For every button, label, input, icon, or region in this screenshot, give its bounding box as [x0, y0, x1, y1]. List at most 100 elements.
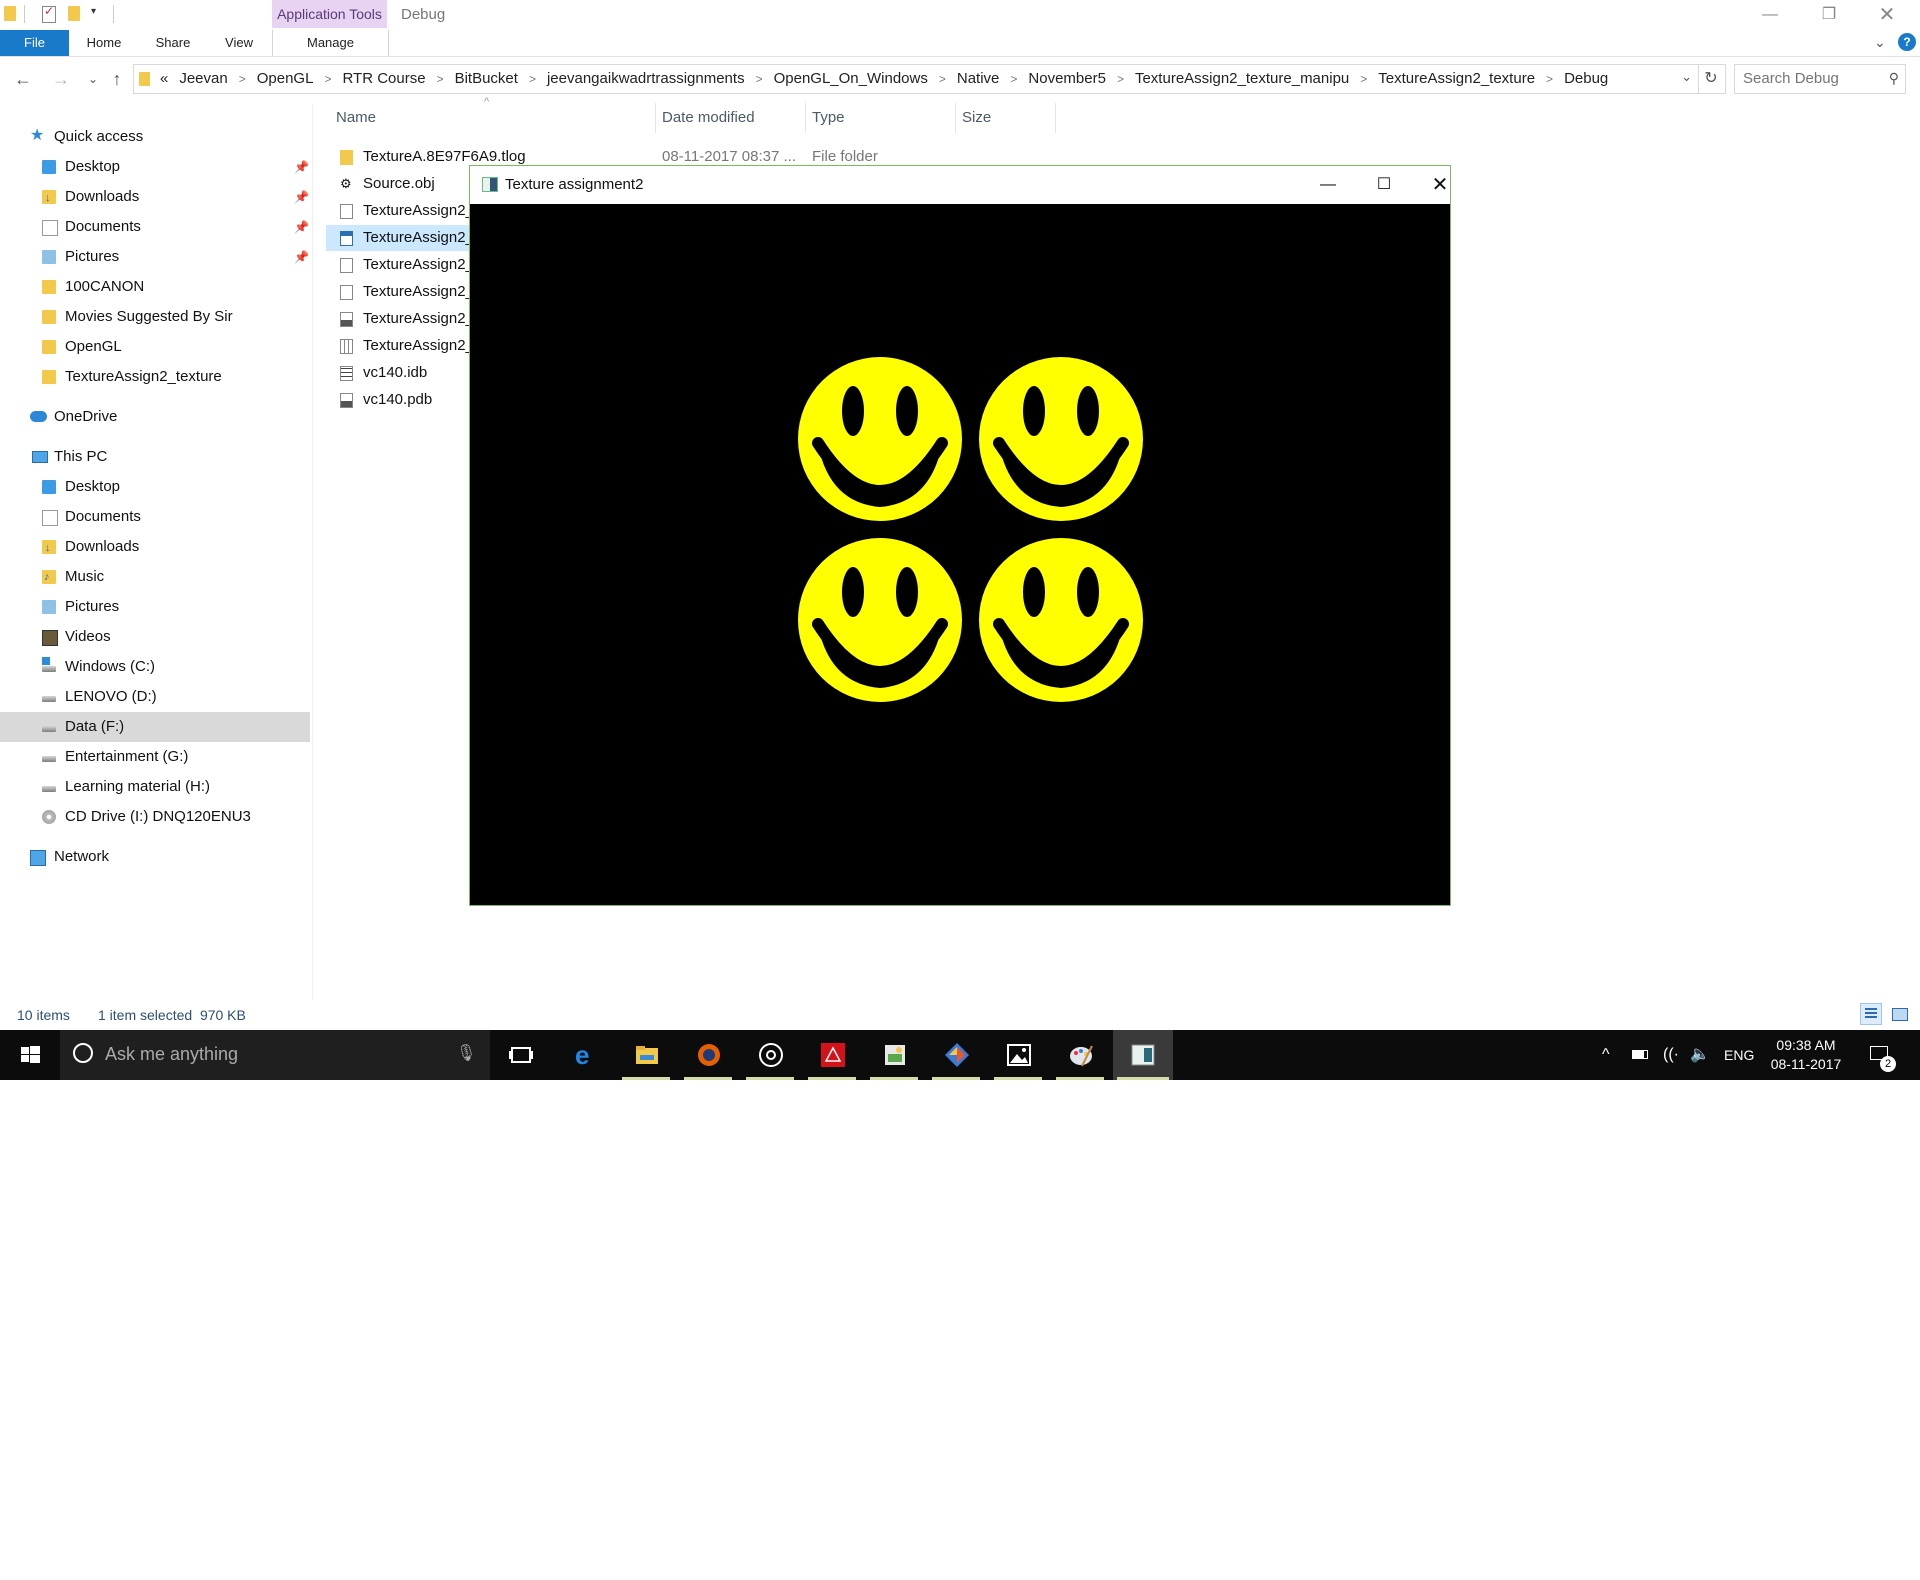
nav-drive-f[interactable]: Data (F:)	[0, 712, 310, 742]
breadcrumb-opengl-on-windows[interactable]: OpenGL_On_Windows	[774, 70, 928, 87]
nav-quick-100canon[interactable]: 100CANON	[42, 272, 310, 302]
chevron-right-icon[interactable]: >	[239, 72, 246, 86]
nav-quick-desktop[interactable]: Desktop 📌	[42, 152, 310, 182]
chevron-right-icon[interactable]: >	[1010, 72, 1017, 86]
help-icon[interactable]: ?	[1898, 33, 1916, 51]
nav-drive-d[interactable]: LENOVO (D:)	[42, 682, 310, 712]
microphone-icon[interactable]: 🎙	[456, 1043, 476, 1063]
tab-view[interactable]: View	[214, 30, 264, 56]
column-date-modified[interactable]: Date modified	[656, 103, 806, 133]
gl-maximize-button[interactable]: ☐	[1364, 172, 1404, 198]
restore-button[interactable]: ❐	[1816, 4, 1842, 26]
column-type[interactable]: Type	[806, 103, 956, 133]
texture-app-taskbar-icon[interactable]	[1113, 1030, 1173, 1080]
edge-browser-icon[interactable]: e	[556, 1030, 612, 1080]
chevron-right-icon[interactable]: >	[756, 72, 763, 86]
nav-drive-g[interactable]: Entertainment (G:)	[42, 742, 310, 772]
nav-drive-h[interactable]: Learning material (H:)	[42, 772, 310, 802]
file-row-selected[interactable]: TextureAssign2_	[326, 225, 474, 251]
chevron-right-icon[interactable]: >	[437, 72, 444, 86]
opengl-canvas[interactable]	[470, 204, 1450, 905]
nav-quick-textureassign2[interactable]: TextureAssign2_texture	[42, 362, 310, 392]
breadcrumb-native[interactable]: Native	[957, 70, 1000, 87]
breadcrumb-opengl[interactable]: OpenGL	[257, 70, 314, 87]
breadcrumb-rtr-course[interactable]: RTR Course	[342, 70, 425, 87]
up-arrow-icon[interactable]: ↑	[106, 68, 128, 90]
search-icon[interactable]: ⚲	[1889, 70, 1899, 87]
nav-quick-movies[interactable]: Movies Suggested By Sir	[42, 302, 310, 332]
tab-manage[interactable]: Manage	[272, 30, 389, 56]
forward-arrow-icon[interactable]: →	[50, 68, 72, 90]
nav-pc-videos[interactable]: Videos	[42, 622, 310, 652]
search-box[interactable]: ⚲	[1734, 64, 1906, 94]
chevron-right-icon[interactable]: >	[529, 72, 536, 86]
expand-ribbon-chevron-icon[interactable]: ⌄	[1874, 34, 1886, 51]
gl-close-button[interactable]: ✕	[1420, 172, 1460, 198]
tab-file[interactable]: File	[0, 30, 69, 56]
chevron-right-icon[interactable]: >	[939, 72, 946, 86]
taskbar-search-input[interactable]: Ask me anything	[105, 1044, 238, 1065]
chevron-right-icon[interactable]: >	[1117, 72, 1124, 86]
nav-pc-downloads[interactable]: ↓ Downloads	[42, 532, 310, 562]
nav-quick-pictures[interactable]: Pictures 📌	[42, 242, 310, 272]
refresh-icon[interactable]: ↻	[1697, 64, 1726, 94]
language-indicator[interactable]: ENG	[1724, 1030, 1754, 1080]
nav-pc-documents[interactable]: Documents	[42, 502, 310, 532]
nav-onedrive[interactable]: OneDrive	[30, 402, 300, 432]
task-view-icon[interactable]	[492, 1030, 548, 1080]
photos-icon[interactable]	[990, 1030, 1046, 1080]
close-button[interactable]: ✕	[1874, 4, 1900, 26]
minimize-button[interactable]: —	[1757, 4, 1783, 26]
recent-locations-chevron-icon[interactable]: ⌄	[82, 68, 104, 90]
nav-drive-c[interactable]: Windows (C:)	[42, 652, 310, 682]
pane-divider[interactable]	[312, 104, 313, 999]
details-view-icon[interactable]	[1860, 1003, 1882, 1025]
address-bar[interactable]: « Jeevan > OpenGL > RTR Course > BitBucket > jeev…	[133, 64, 1699, 94]
nav-network[interactable]: Network	[30, 842, 300, 872]
wifi-icon[interactable]: ((·	[1663, 1030, 1679, 1080]
volume-icon[interactable]: 🔈	[1690, 1030, 1710, 1080]
pin-icon[interactable]: 📌	[294, 212, 309, 242]
pin-icon[interactable]: 📌	[294, 242, 309, 272]
column-size[interactable]: Size	[956, 103, 1056, 133]
firefox-icon[interactable]	[680, 1030, 736, 1080]
nav-drive-i[interactable]: CD Drive (I:) DNQ120ENU3	[42, 802, 310, 832]
tab-share[interactable]: Share	[148, 30, 198, 56]
chevron-right-icon[interactable]: >	[1546, 72, 1553, 86]
nav-quick-downloads[interactable]: ↓ Downloads 📌	[42, 182, 310, 212]
show-hidden-icons-chevron-icon[interactable]: ^	[1602, 1030, 1610, 1080]
customize-toolbar-chevron-icon[interactable]: ▾	[91, 6, 96, 17]
nav-pc-music[interactable]: ♪ Music	[42, 562, 310, 592]
clock[interactable]: 09:38 AM 08-11-2017	[1764, 1036, 1848, 1074]
acrobat-reader-icon[interactable]	[804, 1030, 860, 1080]
nav-pc-pictures[interactable]: Pictures	[42, 592, 310, 622]
image-editor-icon[interactable]	[866, 1030, 922, 1080]
column-name[interactable]: Name	[330, 103, 656, 133]
search-input[interactable]	[1741, 69, 1875, 88]
tab-home[interactable]: Home	[80, 30, 128, 56]
media-player-icon[interactable]	[742, 1030, 798, 1080]
cortana-search-box[interactable]: Ask me anything 🎙	[60, 1030, 490, 1080]
nav-pc-desktop[interactable]: Desktop	[42, 472, 310, 502]
chevron-right-icon[interactable]: >	[324, 72, 331, 86]
breadcrumb-texture[interactable]: TextureAssign2_texture	[1378, 70, 1535, 87]
git-tool-icon[interactable]	[928, 1030, 984, 1080]
nav-this-pc[interactable]: This PC	[30, 442, 300, 472]
paint-icon[interactable]	[1052, 1030, 1108, 1080]
breadcrumb-november5[interactable]: November5	[1028, 70, 1106, 87]
texture-assignment-window[interactable]: Texture assignment2 — ☐ ✕	[469, 165, 1451, 906]
nav-quick-documents[interactable]: Documents 📌	[42, 212, 310, 242]
breadcrumb-jeevan[interactable]: Jeevan	[179, 70, 227, 87]
breadcrumb-debug[interactable]: Debug	[1564, 70, 1608, 87]
file-explorer-icon[interactable]	[618, 1030, 674, 1080]
chevron-right-icon[interactable]: >	[1360, 72, 1367, 86]
gl-minimize-button[interactable]: —	[1308, 172, 1348, 198]
address-history-chevron-icon[interactable]: ⌄	[1681, 69, 1692, 85]
nav-quick-opengl[interactable]: OpenGL	[42, 332, 310, 362]
breadcrumb-texture-manipu[interactable]: TextureAssign2_texture_manipu	[1135, 70, 1349, 87]
large-icons-view-icon[interactable]	[1888, 1003, 1910, 1025]
breadcrumb-assignments[interactable]: jeevangaikwadrtrassignments	[547, 70, 745, 87]
properties-icon[interactable]: ✓	[42, 4, 56, 23]
nav-quick-access[interactable]: ★ Quick access	[30, 122, 300, 152]
pin-icon[interactable]: 📌	[294, 182, 309, 212]
